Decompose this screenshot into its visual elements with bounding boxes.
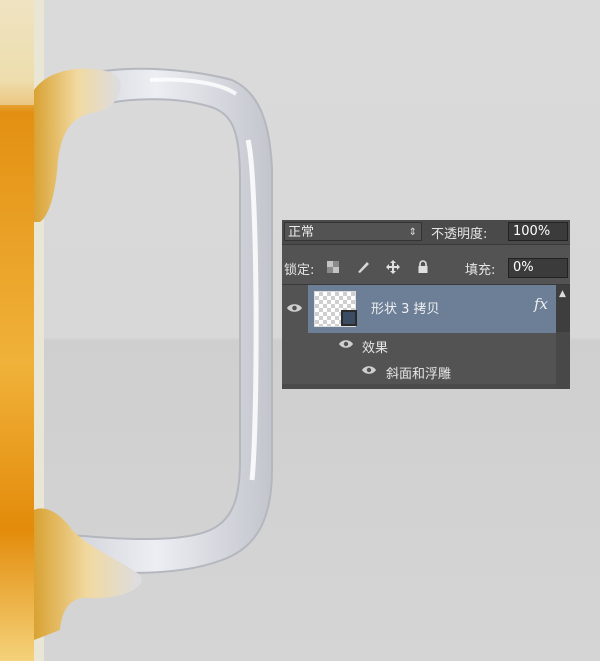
lock-row: 锁定: 填充: 0% [282,256,570,280]
handle-top-joint [34,68,121,222]
eye-icon [287,304,302,312]
fill-input[interactable]: 0% [508,258,568,278]
effects-visibility-eye-icon[interactable] [338,338,354,350]
vector-mask-badge-icon [341,310,357,326]
effect-item-bevel-emboss[interactable]: 斜面和浮雕 [282,358,570,384]
opacity-input[interactable]: 100% [508,222,568,241]
handle-bottom-joint [34,508,142,640]
panel-scrollbar[interactable]: ▲ [556,285,570,333]
lock-label: 锁定: [284,263,315,278]
glass-handle [38,67,273,574]
fill-label: 填充: [465,263,496,278]
opacity-label: 不透明度: [431,227,488,242]
lock-all-padlock-icon[interactable] [416,260,430,274]
layer-row-selected[interactable]: 形状 3 拷贝 fx ▲ [282,284,570,333]
layer-effects-fx-icon[interactable]: fx [534,295,548,313]
panel-scroll-track[interactable] [556,332,570,389]
layer-thumbnail [314,291,357,327]
lock-position-move-icon[interactable] [386,260,400,274]
lock-image-pixels-brush-icon[interactable] [356,260,370,274]
scroll-up-arrow-icon[interactable]: ▲ [559,289,566,299]
layer-visibility-toggle[interactable] [282,285,308,333]
lock-transparent-pixels-icon[interactable] [326,260,340,274]
bevel-emboss-label: 斜面和浮雕 [386,367,452,382]
select-arrows-icon: ⇕ [408,227,417,238]
blend-mode-value: 正常 [288,225,315,240]
bevel-visibility-eye-icon[interactable] [361,364,377,376]
layer-name: 形状 3 拷贝 [371,302,440,317]
blend-row: 正常 ⇕ 不透明度: 100% [282,220,570,245]
effects-row[interactable]: 效果 [282,332,570,358]
effects-label: 效果 [362,341,389,356]
layers-panel: 正常 ⇕ 不透明度: 100% 锁定: 填充: 0% 形状 3 拷贝 fx ▲ … [282,220,570,389]
blend-mode-select[interactable]: 正常 ⇕ [284,222,422,241]
next-layer-row-partial[interactable] [282,384,570,389]
